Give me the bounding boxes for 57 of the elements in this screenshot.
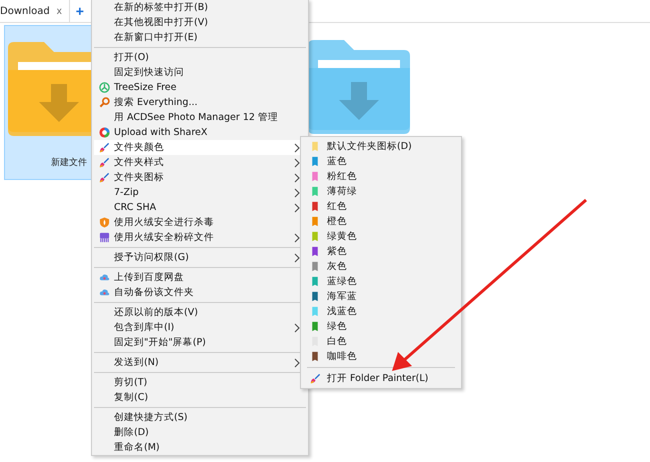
circle-logo-icon <box>98 82 110 93</box>
menu-item[interactable]: 默认文件夹图标(D) <box>303 139 459 154</box>
menu-item[interactable]: 打开 Folder Painter(L) <box>303 371 459 386</box>
new-tab-button[interactable]: + <box>72 4 88 18</box>
cloud-icon <box>98 287 110 298</box>
menu-item[interactable]: 自动备份该文件夹 <box>94 285 306 300</box>
menu-item[interactable]: 使用火绒安全进行杀毒 <box>94 215 306 230</box>
folder-name: 新建文件 <box>51 156 87 169</box>
menu-item[interactable]: 搜索 Everything... <box>94 95 306 110</box>
menu-item[interactable]: 橙色 <box>303 214 459 229</box>
paintbrush-icon <box>98 157 110 168</box>
menu-item[interactable]: 重命名(M) <box>94 440 306 455</box>
menu-item[interactable]: 咖啡色 <box>303 349 459 364</box>
paintbrush-icon <box>98 142 110 153</box>
menu-item[interactable]: 7-Zip <box>94 185 306 200</box>
menu-item[interactable]: 文件夹样式 <box>94 155 306 170</box>
menu-item[interactable]: Upload with ShareX <box>94 125 306 140</box>
menu-item[interactable]: 海军蓝 <box>303 289 459 304</box>
explorer-tab[interactable]: Download x <box>0 0 70 22</box>
menu-item[interactable]: TreeSize Free <box>94 80 306 95</box>
shredder-icon <box>98 232 110 243</box>
menu-item[interactable]: 在其他视图中打开(V) <box>94 15 306 30</box>
menu-item[interactable]: 授予访问权限(G) <box>94 250 306 265</box>
menu-item[interactable]: 绿黄色 <box>303 229 459 244</box>
menu-item[interactable]: 复制(C) <box>94 390 306 405</box>
menu-item[interactable]: 文件夹图标 <box>94 170 306 185</box>
menu-item[interactable]: 粉红色 <box>303 169 459 184</box>
menu-item[interactable]: 用 ACDSee Photo Manager 12 管理 <box>94 110 306 125</box>
menu-item[interactable]: 浅蓝色 <box>303 304 459 319</box>
menu-item[interactable]: 绿色 <box>303 319 459 334</box>
menu-item[interactable]: CRC SHA <box>94 200 306 215</box>
menu-item[interactable]: 上传到百度网盘 <box>94 270 306 285</box>
menu-item[interactable]: 发送到(N) <box>94 355 306 370</box>
menu-item[interactable]: 红色 <box>303 199 459 214</box>
menu-item[interactable]: 打开(O) <box>94 50 306 65</box>
menu-item[interactable]: 薄荷绿 <box>303 184 459 199</box>
search-icon <box>98 97 110 108</box>
flame-shield-icon <box>98 217 110 228</box>
menu-item[interactable]: 蓝色 <box>303 154 459 169</box>
menu-item[interactable]: 删除(D) <box>94 425 306 440</box>
menu-item[interactable]: 蓝绿色 <box>303 274 459 289</box>
menu-item[interactable]: 在新的标签中打开(B) <box>94 0 306 15</box>
cloud-icon <box>98 272 110 283</box>
paintbrush-icon <box>98 172 110 183</box>
colorful-circle-icon <box>98 127 110 138</box>
menu-item[interactable]: 灰色 <box>303 259 459 274</box>
tab-label: Download <box>0 6 50 16</box>
menu-item[interactable]: 紫色 <box>303 244 459 259</box>
menu-item[interactable]: 在新窗口中打开(E) <box>94 30 306 45</box>
folder-item[interactable]: 新建文件 <box>4 25 94 180</box>
menu-item[interactable]: 包含到库中(I) <box>94 320 306 335</box>
tab-close-button[interactable]: x <box>54 6 65 16</box>
menu-item[interactable]: 创建快捷方式(S) <box>94 410 306 425</box>
menu-item[interactable]: 使用火绒安全粉碎文件 <box>94 230 306 245</box>
paintbrush-icon <box>310 373 320 384</box>
menu-item[interactable]: 白色 <box>303 334 459 349</box>
menu-item[interactable]: 固定到快速访问 <box>94 65 306 80</box>
